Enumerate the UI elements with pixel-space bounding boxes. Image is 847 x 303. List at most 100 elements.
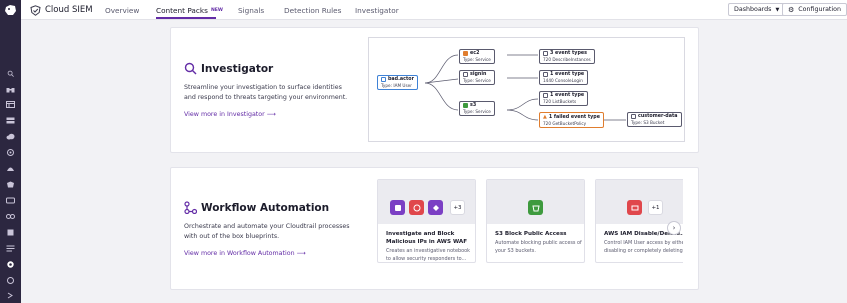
blueprint-description: Automate blocking public access of your … xyxy=(495,240,582,254)
graph-node-service-name: s3 xyxy=(470,103,477,108)
new-badge: NEW xyxy=(210,8,223,13)
graph-node-target-type: Type: S3 Bucket xyxy=(631,120,665,125)
warning-icon: ▲ xyxy=(543,114,547,120)
investigator-description: Streamline your investigation to surface… xyxy=(184,84,348,101)
graph-node-service-name: signin xyxy=(470,72,487,77)
s3-app-icon xyxy=(528,200,543,215)
blueprint-carousel: +3 Investigate and Block Malicious IPs i… xyxy=(370,179,683,263)
graph-node-service-type: Type: Service xyxy=(463,57,491,62)
graph-edges xyxy=(424,54,626,121)
graph-node-service[interactable]: ec2 Type: Service xyxy=(459,49,495,64)
blueprint-title: Investigate and Block Malicious IPs in A… xyxy=(386,231,468,245)
event-icon xyxy=(543,72,548,77)
workflow-link[interactable]: View more in Workflow Automation ⟶ xyxy=(184,250,306,257)
graph-node-service-type: Type: Service xyxy=(463,109,491,114)
rum-icon[interactable] xyxy=(6,197,15,204)
notebooks-icon[interactable] xyxy=(6,229,15,236)
graph-node-event-detail: 720 ListBuckets xyxy=(543,99,577,104)
workflow-title: Workflow Automation xyxy=(201,201,330,214)
graph-node-root[interactable]: bad.actor Type: IAM User xyxy=(377,75,418,90)
graph-node-service-name: ec2 xyxy=(470,51,480,56)
chevron-right-icon: › xyxy=(672,224,676,232)
magnifier-icon xyxy=(184,62,197,75)
dashboards-icon[interactable] xyxy=(6,101,15,108)
blueprint-title: S3 Block Public Access xyxy=(495,231,567,237)
graph-node-service[interactable]: signin Type: Service xyxy=(459,70,495,85)
graph-node-event[interactable]: 1 event type 720 ListBuckets xyxy=(539,91,589,106)
more-apps-count: +3 xyxy=(450,200,465,215)
event-icon xyxy=(543,93,548,98)
search-icon[interactable] xyxy=(6,70,15,77)
cloud-icon[interactable] xyxy=(6,133,15,140)
graph-node-event-name: 1 failed event type xyxy=(548,114,600,120)
integrations-icon[interactable] xyxy=(6,213,15,220)
security-icon[interactable] xyxy=(6,181,15,188)
graph-node-event-detail: 720 GetBucketPolicy xyxy=(543,121,587,126)
carousel-next-button[interactable]: › xyxy=(667,221,681,235)
graph-node-event[interactable]: 3 event types 720 DescribeInstances xyxy=(539,49,595,64)
chevron-down-icon: ▼ xyxy=(775,6,780,13)
graph-node-failed-event[interactable]: ▲ 1 failed event type 720 GetBucketPolicy xyxy=(539,112,604,128)
investigator-title: Investigator xyxy=(201,62,274,75)
notebook-app-icon xyxy=(390,200,405,215)
tab-content-packs-label: Content Packs xyxy=(156,6,208,15)
graph-node-event-detail: 1440 ConsoleLogin xyxy=(543,78,583,83)
apm-icon[interactable] xyxy=(6,149,15,156)
active-tab-indicator xyxy=(156,17,216,19)
collapse-icon[interactable] xyxy=(6,292,15,299)
graph-node-target-name: customer-data xyxy=(638,114,678,119)
shield-icon xyxy=(30,4,41,16)
monitors-icon[interactable] xyxy=(6,165,15,172)
arrow-right-icon: ⟶ xyxy=(296,250,306,257)
iam-app-icon xyxy=(627,200,642,215)
tab-detection-rules[interactable]: Detection Rules xyxy=(284,6,341,15)
signin-icon xyxy=(463,72,468,77)
graph-node-service[interactable]: s3 Type: Service xyxy=(459,101,495,116)
gear-icon: ⚙ xyxy=(788,5,795,14)
app-brand[interactable]: Cloud SIEM xyxy=(30,4,93,16)
workflow-link-label: View more in Workflow Automation xyxy=(184,250,295,257)
event-icon xyxy=(543,51,548,56)
help-icon[interactable] xyxy=(6,277,15,284)
tab-content-packs[interactable]: Content Packs NEW xyxy=(156,6,223,15)
blueprint-description: Creates an investigative notebook to all… xyxy=(386,248,470,262)
app-title: Cloud SIEM xyxy=(45,5,93,15)
slack-app-icon xyxy=(428,200,443,215)
tab-investigator[interactable]: Investigator xyxy=(355,6,399,15)
logs-icon[interactable] xyxy=(6,245,15,252)
graph-node-event-name: 1 event type xyxy=(550,72,585,77)
dashboards-dropdown[interactable]: Dashboards ▼ xyxy=(728,3,786,16)
arrow-right-icon: ⟶ xyxy=(266,111,276,118)
more-apps-count: +1 xyxy=(648,200,663,215)
datadog-logo-icon[interactable] xyxy=(4,4,17,16)
graph-node-service-type: Type: Service xyxy=(463,78,491,83)
waf-app-icon xyxy=(409,200,424,215)
investigator-heading: Investigator xyxy=(184,62,273,75)
configuration-button[interactable]: ⚙ Configuration xyxy=(782,3,847,16)
user-icon xyxy=(381,77,386,82)
investigator-graph-preview: bad.actor Type: IAM User ec2 Type: Servi… xyxy=(368,37,685,142)
binoculars-icon[interactable] xyxy=(6,86,15,93)
graph-node-root-name: bad.actor xyxy=(388,77,414,82)
ec2-icon xyxy=(463,51,468,56)
tab-overview[interactable]: Overview xyxy=(105,6,139,15)
tab-signals[interactable]: Signals xyxy=(238,6,264,15)
graph-node-event-name: 1 event type xyxy=(550,93,585,98)
bucket-icon xyxy=(631,114,636,119)
graph-node-root-type: Type: IAM User xyxy=(381,83,412,88)
workflow-heading: Workflow Automation xyxy=(184,201,329,214)
blueprint-card[interactable]: +3 Investigate and Block Malicious IPs i… xyxy=(377,179,476,263)
account-icon[interactable] xyxy=(6,261,15,268)
investigator-link-label: View more in Investigator xyxy=(184,111,265,118)
infrastructure-icon[interactable] xyxy=(6,117,15,124)
graph-node-target[interactable]: customer-data Type: S3 Bucket xyxy=(627,112,682,127)
graph-node-event[interactable]: 1 event type 1440 ConsoleLogin xyxy=(539,70,589,85)
graph-node-event-detail: 720 DescribeInstances xyxy=(543,57,591,62)
investigator-link[interactable]: View more in Investigator ⟶ xyxy=(184,111,276,118)
s3-icon xyxy=(463,103,468,108)
workflow-icon xyxy=(184,201,197,214)
blueprint-card[interactable]: S3 Block Public Access Automate blocking… xyxy=(486,179,585,263)
dashboards-label: Dashboards xyxy=(734,6,772,13)
graph-node-event-name: 3 event types xyxy=(550,51,587,56)
configuration-label: Configuration xyxy=(798,6,841,13)
